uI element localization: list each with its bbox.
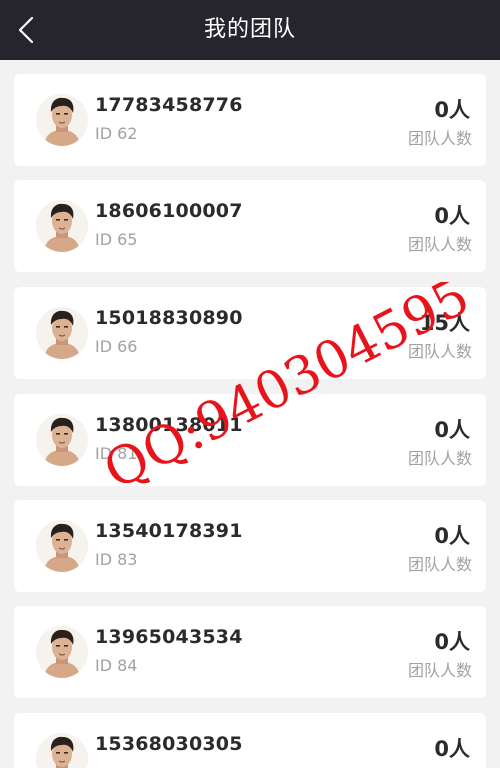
avatar — [36, 733, 88, 768]
member-id: ID 81 — [95, 444, 138, 463]
team-member-card[interactable]: 13965043534 ID 84 0人 团队人数 — [14, 606, 486, 698]
team-count-label: 团队人数 — [407, 661, 472, 680]
member-phone: 17783458776 — [95, 94, 243, 116]
member-phone: 13540178391 — [95, 520, 243, 542]
team-count-label: 团队人数 — [407, 235, 472, 254]
team-count: 15人 — [419, 311, 470, 335]
member-phone: 18606100007 — [95, 200, 243, 222]
member-id: ID 84 — [95, 656, 138, 675]
page-title: 我的团队 — [203, 17, 296, 42]
team-count: 0人 — [434, 204, 470, 228]
team-count: 0人 — [434, 737, 470, 761]
avatar — [36, 414, 88, 466]
member-phone: 13800138011 — [95, 414, 243, 436]
team-count-label: 团队人数 — [407, 129, 472, 148]
team-member-list: 17783458776 ID 62 0人 团队人数 18606100007 ID… — [0, 60, 500, 768]
team-count-label: 团队人数 — [407, 449, 472, 468]
team-count-label: 团队人数 — [407, 342, 472, 361]
avatar — [36, 200, 88, 252]
team-count: 0人 — [434, 524, 470, 548]
avatar — [36, 307, 88, 359]
member-id: ID 83 — [95, 550, 138, 569]
team-count: 0人 — [434, 418, 470, 442]
member-phone: 15018830890 — [95, 307, 243, 329]
team-member-card[interactable]: 17783458776 ID 62 0人 团队人数 — [14, 74, 486, 166]
member-id: ID 62 — [95, 124, 138, 143]
team-count-label: 团队人数 — [407, 555, 472, 574]
team-member-card[interactable]: 18606100007 ID 65 0人 团队人数 — [14, 180, 486, 272]
member-id: ID 65 — [95, 230, 138, 249]
team-member-card[interactable]: 13800138011 ID 81 0人 团队人数 — [14, 394, 486, 486]
member-phone: 15368030305 — [95, 733, 243, 755]
avatar — [36, 626, 88, 678]
team-member-card[interactable]: 13540178391 ID 83 0人 团队人数 — [14, 500, 486, 592]
avatar — [36, 94, 88, 146]
team-count: 0人 — [434, 98, 470, 122]
member-phone: 13965043534 — [95, 626, 243, 648]
member-id: ID 66 — [95, 337, 138, 356]
team-member-card[interactable]: 15368030305 0人 — [14, 713, 486, 768]
team-count: 0人 — [434, 630, 470, 654]
top-bar: 我的团队 — [0, 0, 500, 60]
avatar — [36, 520, 88, 572]
team-member-card[interactable]: 15018830890 ID 66 15人 团队人数 — [14, 287, 486, 379]
